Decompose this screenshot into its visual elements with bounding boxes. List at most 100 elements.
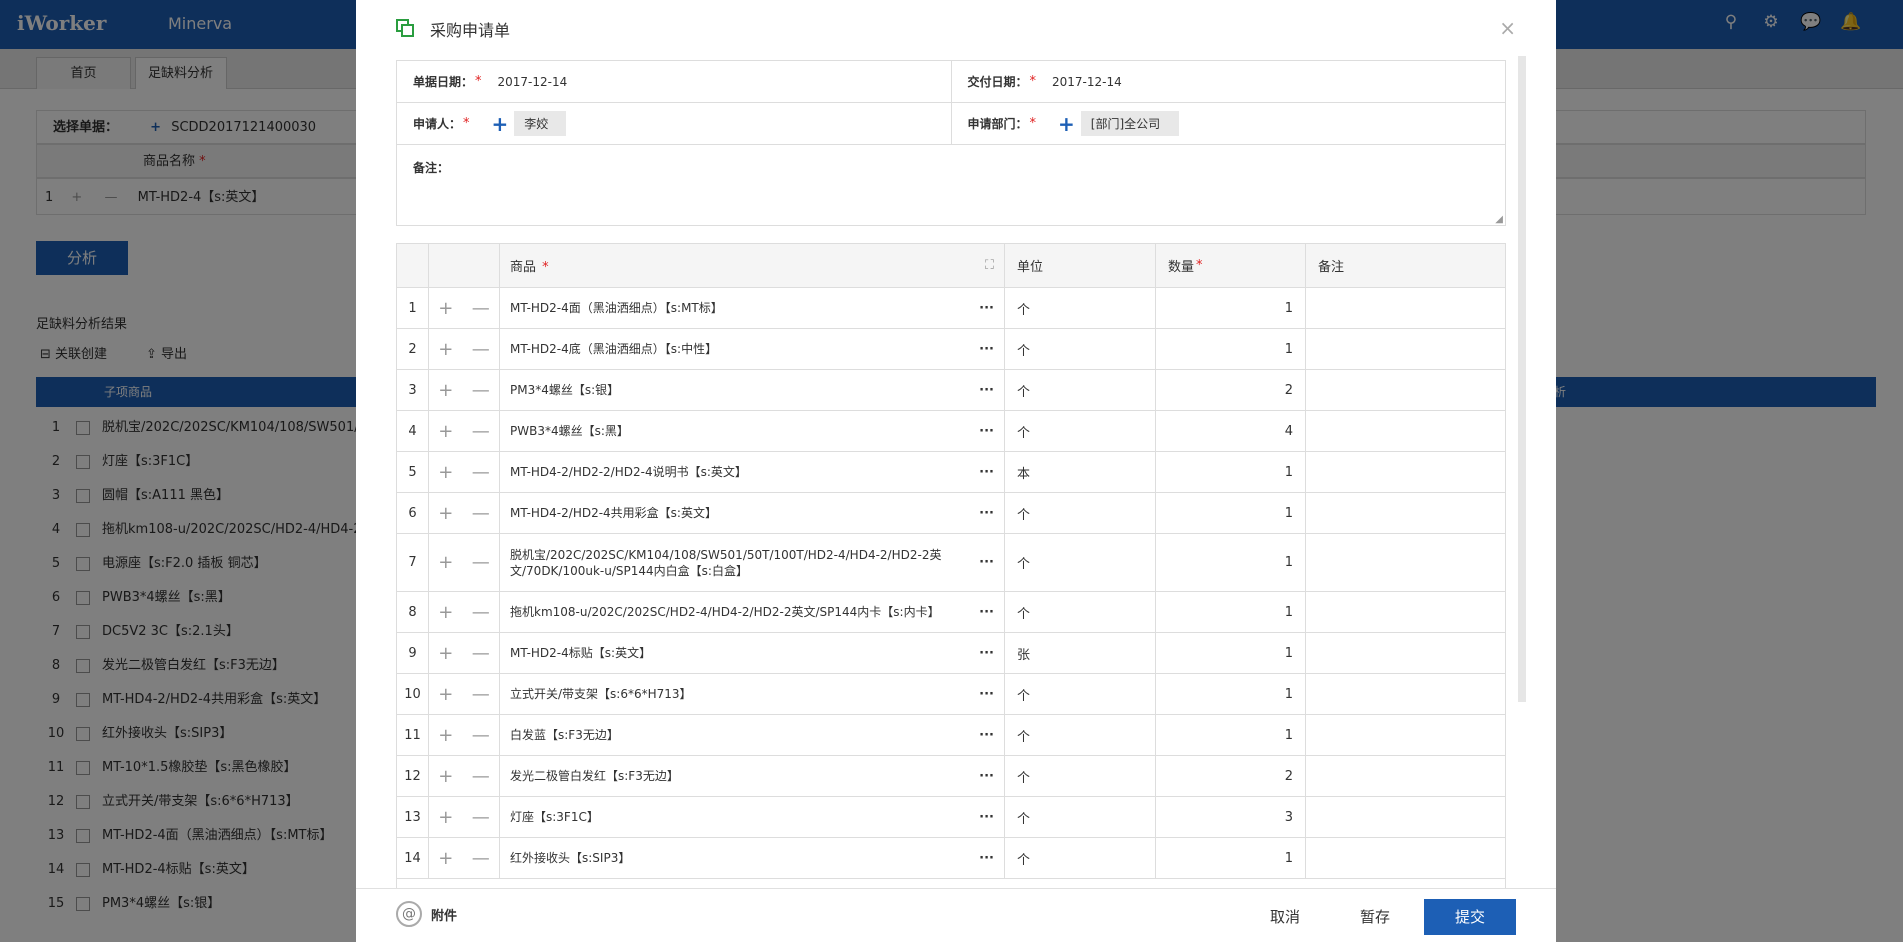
- more-icon[interactable]: ···: [979, 851, 994, 866]
- more-icon[interactable]: ···: [979, 769, 994, 784]
- product-cell[interactable]: 拖机km108-u/202C/202SC/HD2-4/HD4-2/HD2-2英文…: [500, 592, 1005, 632]
- remark-cell[interactable]: [1306, 756, 1505, 796]
- remark-field[interactable]: 备注： ◢: [397, 145, 1505, 225]
- product-cell[interactable]: MT-HD4-2/HD2-4共用彩盒【s:英文】 ···: [500, 493, 1005, 533]
- remove-row-icon[interactable]: —: [472, 602, 490, 623]
- add-row-icon[interactable]: +: [438, 552, 453, 573]
- add-row-icon[interactable]: +: [438, 503, 453, 524]
- product-cell[interactable]: 红外接收头【s:SIP3】 ···: [500, 838, 1005, 878]
- more-icon[interactable]: ···: [979, 506, 994, 521]
- product-cell[interactable]: MT-HD4-2/HD2-2/HD2-4说明书【s:英文】 ···: [500, 452, 1005, 492]
- qty-cell[interactable]: 2: [1156, 756, 1306, 796]
- add-applicant-icon[interactable]: +: [492, 112, 509, 136]
- applicant-chip[interactable]: 李姣: [514, 111, 567, 136]
- qty-cell[interactable]: 1: [1156, 715, 1306, 755]
- remove-row-icon[interactable]: —: [472, 643, 490, 664]
- add-row-icon[interactable]: +: [438, 807, 453, 828]
- save-draft-button[interactable]: 暂存: [1336, 899, 1414, 935]
- product-cell[interactable]: 白发蓝【s:F3无边】 ···: [500, 715, 1005, 755]
- qty-cell[interactable]: 3: [1156, 797, 1306, 837]
- add-row-icon[interactable]: +: [438, 380, 453, 401]
- more-icon[interactable]: ···: [979, 810, 994, 825]
- remove-row-icon[interactable]: —: [472, 380, 490, 401]
- more-icon[interactable]: ···: [979, 555, 994, 570]
- product-cell[interactable]: PM3*4螺丝【s:银】 ···: [500, 370, 1005, 410]
- remark-cell[interactable]: [1306, 288, 1505, 328]
- add-row-icon[interactable]: +: [438, 462, 453, 483]
- remark-cell[interactable]: [1306, 411, 1505, 451]
- more-icon[interactable]: ···: [979, 424, 994, 439]
- expand-icon[interactable]: ⛶: [985, 258, 994, 273]
- product-cell[interactable]: 发光二极管白发红【s:F3无边】 ···: [500, 756, 1005, 796]
- more-icon[interactable]: ···: [979, 605, 994, 620]
- cancel-button[interactable]: 取消: [1246, 899, 1324, 935]
- product-cell[interactable]: PWB3*4螺丝【s:黑】 ···: [500, 411, 1005, 451]
- remark-cell[interactable]: [1306, 797, 1505, 837]
- remark-cell[interactable]: [1306, 370, 1505, 410]
- add-row-icon[interactable]: +: [438, 725, 453, 746]
- remove-row-icon[interactable]: —: [472, 684, 490, 705]
- qty-cell[interactable]: 1: [1156, 674, 1306, 714]
- remove-row-icon[interactable]: —: [472, 725, 490, 746]
- add-row-icon[interactable]: +: [438, 421, 453, 442]
- product-cell[interactable]: MT-HD2-4标贴【s:英文】 ···: [500, 633, 1005, 673]
- add-row-icon[interactable]: +: [438, 339, 453, 360]
- remove-row-icon[interactable]: —: [472, 503, 490, 524]
- qty-cell[interactable]: 1: [1156, 452, 1306, 492]
- add-row-icon[interactable]: +: [438, 643, 453, 664]
- qty-cell[interactable]: 1: [1156, 493, 1306, 533]
- submit-button[interactable]: 提交: [1424, 899, 1516, 935]
- remove-row-icon[interactable]: —: [472, 421, 490, 442]
- remove-row-icon[interactable]: —: [472, 339, 490, 360]
- remove-row-icon[interactable]: —: [472, 552, 490, 573]
- remark-cell[interactable]: [1306, 674, 1505, 714]
- dept-chip[interactable]: [部门]全公司: [1080, 111, 1179, 136]
- qty-cell[interactable]: 1: [1156, 329, 1306, 369]
- doc-date-field[interactable]: 2017-12-14: [498, 75, 568, 89]
- qty-cell[interactable]: 1: [1156, 592, 1306, 632]
- product-cell[interactable]: MT-HD2-4底（黑油洒细点）【s:中性】 ···: [500, 329, 1005, 369]
- resize-handle-icon[interactable]: ◢: [1495, 214, 1503, 225]
- remark-cell[interactable]: [1306, 534, 1505, 591]
- remove-row-icon[interactable]: —: [472, 807, 490, 828]
- add-row-icon[interactable]: +: [438, 602, 453, 623]
- add-dept-icon[interactable]: +: [1058, 112, 1075, 136]
- more-icon[interactable]: ···: [979, 687, 994, 702]
- add-row-icon[interactable]: +: [438, 766, 453, 787]
- qty-cell[interactable]: 1: [1156, 633, 1306, 673]
- remove-row-icon[interactable]: —: [472, 766, 490, 787]
- remove-row-icon[interactable]: —: [472, 462, 490, 483]
- remark-cell[interactable]: [1306, 592, 1505, 632]
- add-row-icon[interactable]: +: [438, 684, 453, 705]
- add-row-icon[interactable]: +: [438, 848, 453, 869]
- remove-row-icon[interactable]: —: [472, 848, 490, 869]
- qty-cell[interactable]: 2: [1156, 370, 1306, 410]
- product-cell[interactable]: 灯座【s:3F1C】 ···: [500, 797, 1005, 837]
- more-icon[interactable]: ···: [979, 728, 994, 743]
- remark-cell[interactable]: [1306, 633, 1505, 673]
- remark-cell[interactable]: [1306, 715, 1505, 755]
- more-icon[interactable]: ···: [979, 383, 994, 398]
- qty-cell[interactable]: 1: [1156, 288, 1306, 328]
- qty-cell[interactable]: 4: [1156, 411, 1306, 451]
- add-row-icon[interactable]: +: [438, 298, 453, 319]
- more-icon[interactable]: ···: [979, 646, 994, 661]
- paperclip-icon[interactable]: @: [396, 901, 422, 927]
- qty-cell[interactable]: 1: [1156, 534, 1306, 591]
- product-cell[interactable]: 立式开关/带支架【s:6*6*H713】 ···: [500, 674, 1005, 714]
- more-icon[interactable]: ···: [979, 342, 994, 357]
- product-cell[interactable]: MT-HD2-4面（黑油洒细点）【s:MT标】 ···: [500, 288, 1005, 328]
- scrollbar[interactable]: [1518, 56, 1526, 702]
- qty-cell[interactable]: 1: [1156, 838, 1306, 878]
- remove-row-icon[interactable]: —: [472, 298, 490, 319]
- more-icon[interactable]: ···: [979, 465, 994, 480]
- more-icon[interactable]: ···: [979, 301, 994, 316]
- remark-cell[interactable]: [1306, 452, 1505, 492]
- remark-cell[interactable]: [1306, 493, 1505, 533]
- remark-cell[interactable]: [1306, 838, 1505, 878]
- close-icon[interactable]: ×: [1499, 16, 1516, 40]
- deliver-date-field[interactable]: 2017-12-14: [1052, 75, 1122, 89]
- attachment-label[interactable]: 附件: [431, 905, 457, 924]
- remark-cell[interactable]: [1306, 329, 1505, 369]
- product-cell[interactable]: 脱机宝/202C/202SC/KM104/108/SW501/50T/100T/…: [500, 534, 1005, 591]
